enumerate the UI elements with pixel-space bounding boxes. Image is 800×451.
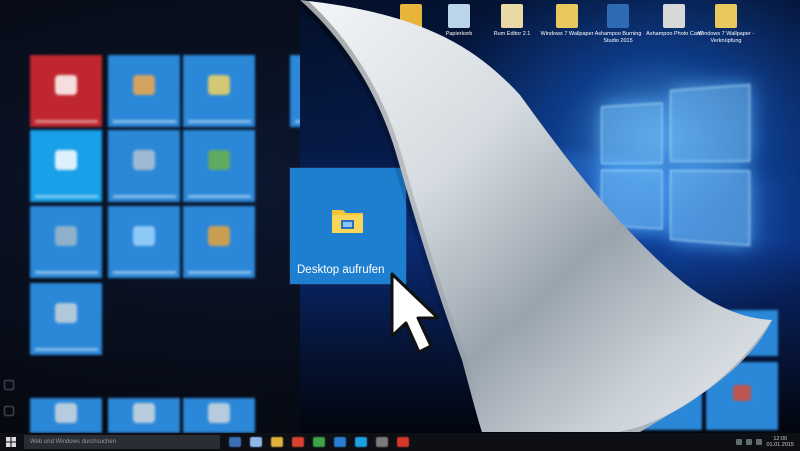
shortcut-icon <box>448 4 470 28</box>
start-tile-t8[interactable] <box>108 206 180 278</box>
start-tile-b2[interactable] <box>108 398 180 433</box>
start-tile-t3[interactable] <box>183 55 255 127</box>
tile-app-icon <box>55 150 77 171</box>
taskbar-app-icon[interactable] <box>376 437 388 447</box>
desktop-tile-label: Desktop aufrufen <box>297 264 385 276</box>
desktop-aufrufen-tile[interactable]: Desktop aufrufen <box>290 168 406 284</box>
tile-app-icon <box>656 322 674 339</box>
tile-app-icon <box>133 226 155 247</box>
tile-app-icon <box>133 150 155 171</box>
desktop-tile[interactable] <box>628 362 702 430</box>
desktop-shortcut[interactable]: Windows 7 Wallpaper - Verknüpfung <box>695 4 757 45</box>
shortcut-icon <box>663 4 685 28</box>
desktop-tile[interactable] <box>706 362 778 430</box>
desktop-tile[interactable] <box>706 310 778 356</box>
shortcut-icon <box>400 4 422 28</box>
tile-app-icon <box>733 322 751 339</box>
start-left-rail <box>4 380 16 432</box>
start-tile-b1[interactable] <box>30 398 102 433</box>
volume-icon[interactable] <box>746 439 753 445</box>
tile-caption <box>113 271 176 274</box>
taskbar-app-icons <box>220 437 409 447</box>
shortcut-label: Ashampoo Burning Studio 2015 <box>594 31 642 44</box>
start-tile-t5[interactable] <box>108 130 180 202</box>
start-tile-t7[interactable] <box>30 206 102 278</box>
shortcut-icon <box>501 4 523 28</box>
mouse-cursor-icon <box>390 272 440 354</box>
start-tile-t6[interactable] <box>183 130 255 202</box>
tile-app-icon <box>208 226 230 247</box>
tile-app-icon <box>55 226 77 247</box>
tile-app-icon <box>208 75 230 96</box>
notification-icon[interactable] <box>756 439 763 445</box>
tile-app-icon <box>55 303 77 324</box>
taskbar-app-icon[interactable] <box>397 437 409 447</box>
tile-app-icon <box>208 402 230 423</box>
all-apps-icon[interactable] <box>4 406 14 416</box>
start-tile-t2[interactable] <box>108 55 180 127</box>
shortcut-label: Rum Editor 2.1 <box>493 31 531 37</box>
start-tile-t10[interactable] <box>30 283 102 355</box>
windows-logo-icon <box>600 83 751 247</box>
start-tile-b3[interactable] <box>183 398 255 433</box>
start-tile-skype[interactable] <box>30 130 102 202</box>
tile-caption <box>113 120 176 123</box>
taskbar-app-icon[interactable] <box>250 437 262 447</box>
tile-app-icon <box>133 75 155 96</box>
shortcut-icon <box>715 4 737 28</box>
shortcut-icon <box>607 4 629 28</box>
taskbar: Web und Windows durchsuchen 12:00 01.01.… <box>0 433 800 451</box>
power-icon[interactable] <box>4 380 14 390</box>
tile-caption <box>35 348 98 351</box>
tile-caption <box>188 120 251 123</box>
tile-caption <box>188 195 251 198</box>
taskbar-app-icon[interactable] <box>355 437 367 447</box>
tile-caption <box>35 120 98 123</box>
tile-caption <box>35 271 98 274</box>
tile-caption <box>35 195 98 198</box>
desktop-tile[interactable] <box>628 310 702 356</box>
taskbar-clock[interactable]: 12:00 01.01.2015 <box>766 436 794 448</box>
taskbar-app-icon[interactable] <box>271 437 283 447</box>
shortcut-icon <box>556 4 578 28</box>
taskbar-app-icon[interactable] <box>229 437 241 447</box>
windows-start-icon <box>6 437 16 447</box>
taskbar-app-icon[interactable] <box>292 437 304 447</box>
tile-app-icon <box>656 384 674 401</box>
taskbar-app-icon[interactable] <box>313 437 325 447</box>
tile-app-icon <box>133 402 155 423</box>
start-button[interactable] <box>0 433 22 451</box>
desktop-shortcut[interactable]: Rum Editor 2.1 <box>481 4 543 38</box>
shortcut-label: Windows 7 Wallpaper - Verknüpfung <box>697 31 755 44</box>
desktop-tile[interactable] <box>550 310 624 356</box>
taskbar-search-input[interactable]: Web und Windows durchsuchen <box>24 435 220 449</box>
tile-app-icon <box>55 75 77 96</box>
taskbar-app-icon[interactable] <box>334 437 346 447</box>
tile-app-icon <box>578 384 596 401</box>
tile-caption <box>188 271 251 274</box>
desktop-shortcut[interactable]: Ashampoo Burning Studio 2015 <box>587 4 649 45</box>
tile-app-icon <box>55 402 77 423</box>
file-explorer-folder-icon <box>332 210 363 233</box>
tile-caption <box>113 195 176 198</box>
start-tile-news[interactable] <box>30 55 102 127</box>
clock-date: 01.01.2015 <box>766 442 794 448</box>
start-tile-t9[interactable] <box>183 206 255 278</box>
tile-app-icon <box>208 150 230 171</box>
system-tray: 12:00 01.01.2015 <box>736 436 800 448</box>
network-icon[interactable] <box>736 439 743 445</box>
desktop-tile[interactable] <box>550 362 624 430</box>
tile-app-icon <box>578 322 596 339</box>
tile-app-icon <box>733 384 751 401</box>
